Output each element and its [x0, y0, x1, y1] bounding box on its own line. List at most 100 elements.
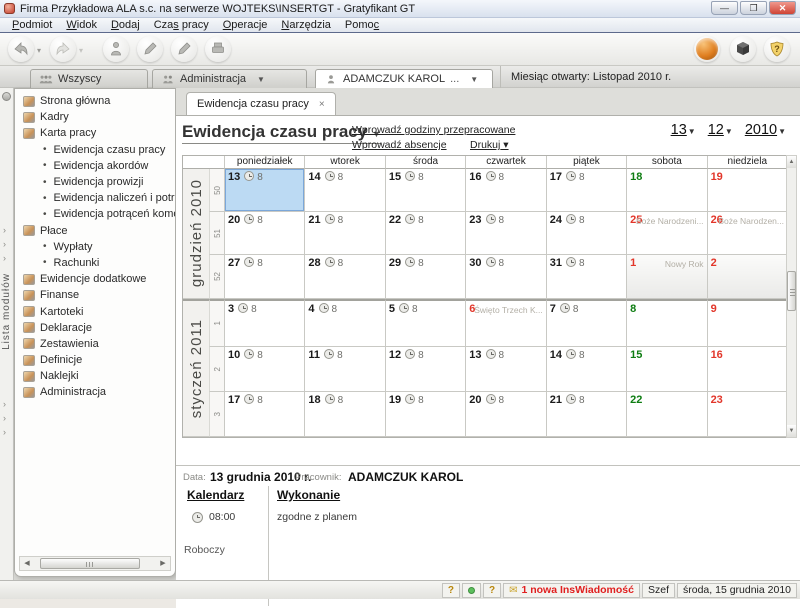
tab-ellipsis[interactable]: ... [450, 73, 459, 85]
calendar-day-cell[interactable]: 25Boże Narodzeni... [626, 212, 706, 255]
sidebar-item-administracja[interactable]: Administracja [15, 384, 175, 400]
sidebar-item-finanse[interactable]: Finanse [15, 287, 175, 303]
calendar-day-cell[interactable]: 48 [304, 299, 384, 347]
close-tab-icon[interactable]: × [319, 99, 325, 110]
calendar-day-cell[interactable]: 108 [224, 347, 304, 392]
chevron-down-icon[interactable]: ▼ [257, 75, 265, 84]
calendar-day-cell[interactable]: 248 [546, 212, 626, 255]
calendar-day-cell[interactable]: 118 [304, 347, 384, 392]
scrollbar-thumb[interactable] [787, 271, 796, 311]
enter-hours-link[interactable]: Wprowadź godziny przepracowane [352, 124, 515, 136]
month-select[interactable]: 12 [708, 122, 724, 138]
menu-item-podmiot[interactable]: Podmiot [5, 19, 59, 31]
calendar-day-cell[interactable]: 15 [626, 347, 706, 392]
calendar-day-cell[interactable]: 9 [707, 299, 787, 347]
menu-item-czas-pracy[interactable]: Czas pracy [147, 19, 216, 31]
calendar-day-cell[interactable]: 2 [707, 255, 787, 299]
pin-icon[interactable] [2, 92, 11, 101]
sidebar-item-wypłaty[interactable]: Wypłaty [15, 239, 175, 255]
sidebar-item-ewidencje-dodatkowe[interactable]: Ewidencje dodatkowe [15, 271, 175, 287]
restore-button[interactable]: ❐ [740, 1, 767, 15]
calendar-day-cell[interactable]: 19 [707, 169, 787, 212]
calendar-day-cell[interactable]: 58 [385, 299, 465, 347]
execution-column-header[interactable]: Wykonanie [277, 488, 340, 502]
calendar-day-cell[interactable]: 218 [546, 392, 626, 437]
calendar-vertical-scrollbar[interactable]: ▲ ▼ [786, 155, 797, 438]
calendar-day-cell[interactable]: 138 [224, 169, 304, 212]
nav-back-caret-icon[interactable]: ▾ [37, 46, 41, 55]
calendar-day-cell[interactable]: 238 [465, 212, 545, 255]
menu-item-narzędzia[interactable]: Narzędzia [274, 19, 338, 31]
chevron-down-icon[interactable]: ▼ [688, 127, 696, 136]
calendar-day-cell[interactable]: 178 [224, 392, 304, 437]
document-tab-ewidencja[interactable]: Ewidencja czasu pracy × [186, 92, 336, 115]
calendar-day-cell[interactable]: 168 [465, 169, 545, 212]
calendar-day-cell[interactable]: 38 [224, 299, 304, 347]
edit-absence-button[interactable] [171, 36, 197, 62]
tab-all-employees[interactable]: Wszyscy [30, 69, 148, 88]
menu-item-dodaj[interactable]: Dodaj [104, 19, 147, 31]
calendar-day-cell[interactable]: 6Święto Trzech K... [465, 299, 545, 347]
calendar-day-cell[interactable]: 228 [385, 212, 465, 255]
sidebar-item-ewidencja-prowizji[interactable]: Ewidencja prowizji [15, 174, 175, 190]
menu-item-widok[interactable]: Widok [59, 19, 104, 31]
enter-absence-link[interactable]: Wprowadź absencje [352, 139, 447, 151]
sidebar-item-zestawienia[interactable]: Zestawienia [15, 336, 175, 352]
messages-status[interactable]: ✉ 1 nowa InsWiadomość [503, 583, 640, 598]
calendar-day-cell[interactable]: 78 [546, 299, 626, 347]
sidebar-item-rachunki[interactable]: Rachunki [15, 255, 175, 271]
calendar-day-cell[interactable]: 128 [385, 347, 465, 392]
calendar-day-cell[interactable]: 178 [546, 169, 626, 212]
print-link[interactable]: Drukuj ▾ [470, 139, 509, 151]
sidebar-item-płace[interactable]: Płace [15, 223, 175, 239]
calendar-day-cell[interactable]: 288 [304, 255, 384, 299]
close-button[interactable]: ✕ [769, 1, 796, 15]
calendar-day-cell[interactable]: 18 [626, 169, 706, 212]
calendar-day-cell[interactable]: 23 [707, 392, 787, 437]
day-select[interactable]: 13 [671, 122, 687, 138]
sidebar-item-ewidencja-potrąceń-komorni[interactable]: Ewidencja potrąceń komorni [15, 206, 175, 222]
sidebar-item-definicje[interactable]: Definicje [15, 352, 175, 368]
menu-item-operacje[interactable]: Operacje [216, 19, 275, 31]
sidebar-item-ewidencja-naliczeń-i-potrąceń[interactable]: Ewidencja naliczeń i potrąceń [15, 190, 175, 206]
calendar-day-cell[interactable]: 318 [546, 255, 626, 299]
sidebar-item-naklejki[interactable]: Naklejki [15, 368, 175, 384]
calendar-column-header[interactable]: Kalendarz [187, 488, 244, 502]
sidebar-item-ewidencja-akordów[interactable]: Ewidencja akordów [15, 158, 175, 174]
scroll-left-icon[interactable]: ◀ [20, 557, 34, 570]
calendar-day-cell[interactable]: 298 [385, 255, 465, 299]
help-status-button-2[interactable]: ? [483, 583, 501, 598]
calendar-day-cell[interactable]: 308 [465, 255, 545, 299]
modules-strip[interactable]: › › › Lista modułów › › › [0, 88, 14, 580]
calendar-day-cell[interactable]: 208 [465, 392, 545, 437]
sidebar-item-kadry[interactable]: Kadry [15, 109, 175, 125]
chevron-down-icon[interactable]: ▼ [778, 127, 786, 136]
scroll-right-icon[interactable]: ▶ [156, 557, 170, 570]
nav-back-button[interactable] [8, 36, 34, 62]
calendar-day-cell[interactable]: 148 [304, 169, 384, 212]
calendar-day-cell[interactable]: 198 [385, 392, 465, 437]
print-tool-button[interactable] [205, 36, 231, 62]
calendar-day-cell[interactable]: 26Boże Narodzen... [707, 212, 787, 255]
chevron-down-icon[interactable]: ▼ [470, 75, 478, 84]
calendar-day-cell[interactable]: 22 [626, 392, 706, 437]
calendar-day-cell[interactable]: 188 [304, 392, 384, 437]
menu-item-pomoc[interactable]: Pomoc [338, 19, 386, 31]
sidebar-item-karta-pracy[interactable]: Karta pracy [15, 125, 175, 141]
tab-employee-adamczuk[interactable]: ADAMCZUK KAROL ... ▼ [315, 69, 493, 88]
help-status-button[interactable]: ? [442, 583, 460, 598]
scroll-up-icon[interactable]: ▲ [787, 156, 796, 168]
scrollbar-thumb[interactable] [40, 558, 140, 569]
sidebar-item-strona-główna[interactable]: Strona główna [15, 93, 175, 109]
nav-forward-caret-icon[interactable]: ▾ [79, 46, 83, 55]
edit-hours-button[interactable] [137, 36, 163, 62]
minimize-button[interactable]: — [711, 1, 738, 15]
chevron-down-icon[interactable]: ▼ [725, 127, 733, 136]
calendar-day-cell[interactable]: 278 [224, 255, 304, 299]
employee-tool-button[interactable] [103, 36, 129, 62]
web-button[interactable] [694, 36, 720, 62]
modules-button[interactable] [730, 36, 756, 62]
tab-administracja[interactable]: Administracja ▼ [152, 69, 307, 88]
tree-horizontal-scrollbar[interactable]: ◀ ▶ [19, 556, 171, 571]
calendar-day-cell[interactable]: 1Nowy Rok [626, 255, 706, 299]
